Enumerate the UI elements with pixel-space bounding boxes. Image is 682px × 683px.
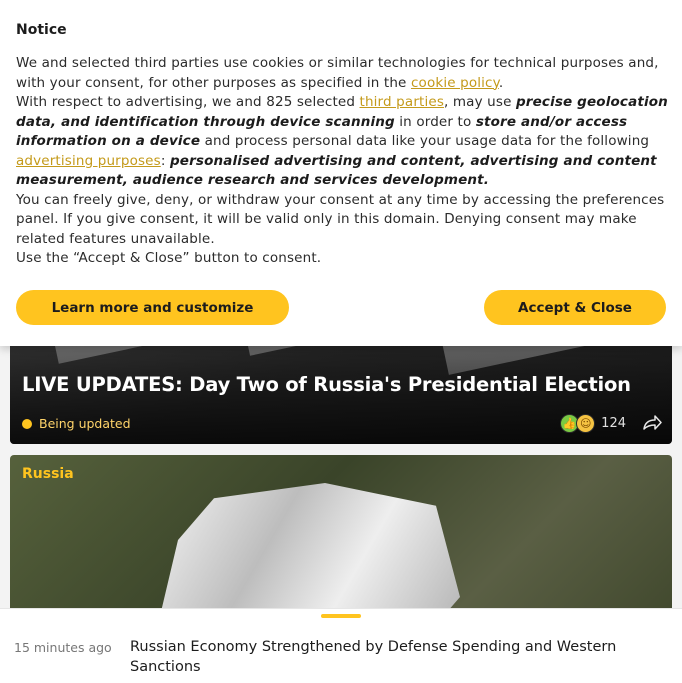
- accept-close-button[interactable]: Accept & Close: [484, 290, 666, 325]
- reactions-count: 124: [601, 416, 626, 431]
- third-parties-link[interactable]: third parties: [360, 94, 445, 110]
- smile-icon: ☺: [576, 414, 596, 433]
- notice-text: .: [498, 74, 504, 91]
- notice-text: :: [160, 152, 170, 169]
- cookie-policy-link[interactable]: cookie policy: [411, 75, 499, 91]
- notice-text: , may use: [444, 94, 516, 110]
- notice-paragraph-accept-hint: Use the “Accept & Close” button to conse…: [16, 250, 322, 266]
- reaction-icons: 👍 ☺: [560, 414, 596, 433]
- card-title[interactable]: LIVE UPDATES: Day Two of Russia's Presid…: [22, 373, 631, 396]
- notice-text: We and selected third parties use cookie…: [16, 55, 659, 91]
- notice-paragraph-cookies: We and selected third parties use cookie…: [16, 54, 668, 93]
- reactions[interactable]: 👍 ☺ 124: [560, 414, 626, 433]
- live-status: Being updated: [22, 416, 131, 431]
- notice-body: We and selected third parties use cookie…: [16, 54, 668, 269]
- share-icon[interactable]: [642, 413, 662, 433]
- notice-text: and process personal data like your usag…: [200, 133, 650, 149]
- notice-title: Notice: [16, 22, 67, 38]
- live-dot-icon: [22, 418, 32, 429]
- notice-text: in order to: [394, 113, 476, 130]
- notice-paragraph-advertising: With respect to advertising, we and 825 …: [16, 93, 668, 191]
- card-category[interactable]: Russia: [22, 466, 74, 482]
- live-status-label: Being updated: [39, 416, 131, 431]
- learn-more-button[interactable]: Learn more and customize: [16, 290, 289, 325]
- latest-news-bar[interactable]: 15 minutes ago Russian Economy Strengthe…: [0, 608, 682, 683]
- advertising-purposes-link[interactable]: advertising purposes: [16, 153, 161, 169]
- news-time: 15 minutes ago: [14, 640, 112, 655]
- news-headline[interactable]: Russian Economy Strengthened by Defense …: [130, 637, 650, 677]
- notice-text: With respect to advertising, we and 825 …: [16, 94, 360, 110]
- notice-paragraph-withdraw: You can freely give, deny, or withdraw y…: [16, 191, 665, 247]
- cookie-consent-banner: Notice We and selected third parties use…: [0, 0, 682, 346]
- drag-handle[interactable]: [321, 614, 361, 618]
